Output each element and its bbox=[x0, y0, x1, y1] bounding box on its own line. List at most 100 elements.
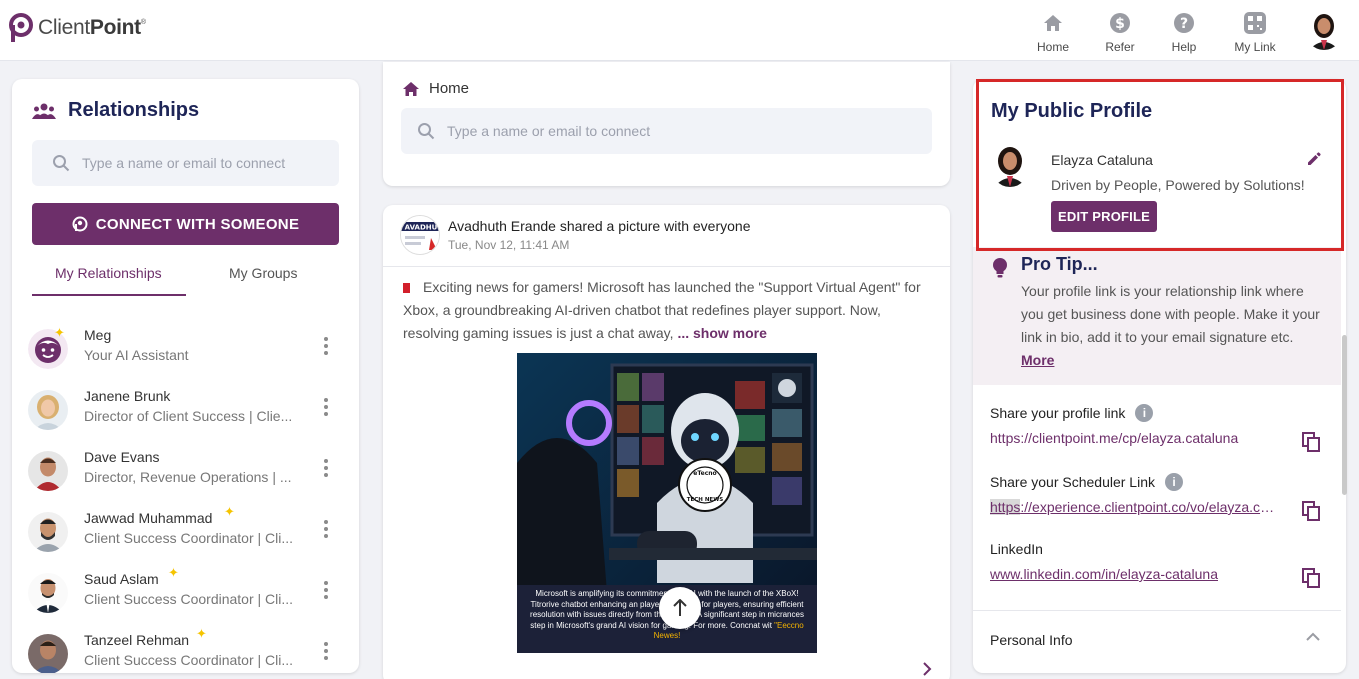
top-bar: ClientPoint® Home $ Refer ? Help My Link bbox=[0, 0, 1359, 61]
contact-avatar bbox=[28, 390, 68, 430]
more-options-icon[interactable] bbox=[324, 459, 330, 479]
tab-my-relationships[interactable]: My Relationships bbox=[55, 265, 162, 281]
contact-role: Your AI Assistant bbox=[84, 347, 189, 363]
contact-name: Saud Aslam bbox=[84, 571, 159, 587]
copy-icon[interactable] bbox=[1302, 501, 1320, 521]
contact-name: Dave Evans bbox=[84, 449, 160, 465]
linkedin-label-text: LinkedIn bbox=[990, 541, 1043, 557]
more-options-icon[interactable] bbox=[324, 581, 330, 601]
info-icon[interactable]: i bbox=[1135, 404, 1154, 422]
nav-home-label: Home bbox=[1036, 40, 1069, 54]
chevron-up-icon[interactable] bbox=[1306, 632, 1320, 642]
post-author-line: Avadhuth Erande shared a picture with ev… bbox=[448, 218, 751, 234]
lightbulb-icon bbox=[993, 258, 1007, 278]
contact-role: Director, Revenue Operations | ... bbox=[84, 469, 292, 485]
scheduler-link-selected-text: https bbox=[990, 499, 1021, 515]
feed-post-card: AVADHU Avadhuth Erande shared a picture … bbox=[383, 205, 950, 679]
highlight-box bbox=[976, 79, 1344, 251]
pro-tip-more-link[interactable]: More bbox=[1021, 352, 1054, 368]
home-search-input[interactable]: Type a name or email to connect bbox=[401, 108, 932, 154]
sparkle-icon: ✦ bbox=[196, 626, 207, 641]
home-card: Home Type a name or email to connect bbox=[383, 62, 950, 186]
clientpoint-logo[interactable]: ClientPoint® bbox=[8, 13, 146, 43]
share-scheduler-label-text: Share your Scheduler Link bbox=[990, 474, 1155, 490]
chevron-right-icon[interactable] bbox=[921, 661, 933, 677]
contact-avatar bbox=[28, 451, 68, 491]
nav-help-label: Help bbox=[1171, 40, 1197, 54]
pro-tip-body: Your profile link is your relationship l… bbox=[1021, 280, 1321, 372]
relationships-panel: Relationships Type a name or email to co… bbox=[12, 79, 359, 673]
tab-active-indicator bbox=[32, 294, 186, 296]
scheduler-link-text: ://experience.clientpoint.co/vo/elayza.c… bbox=[1020, 499, 1280, 515]
personal-info-header[interactable]: Personal Info bbox=[990, 632, 1073, 648]
post-text: Exciting news for gamers! Microsoft has … bbox=[403, 279, 921, 341]
user-avatar[interactable] bbox=[1305, 10, 1343, 50]
post-author-avatar[interactable]: AVADHU bbox=[400, 215, 440, 255]
relationships-search-input[interactable]: Type a name or email to connect bbox=[32, 140, 339, 186]
share-profile-label: Share your profile link i bbox=[990, 404, 1154, 422]
tab-my-groups[interactable]: My Groups bbox=[229, 265, 297, 281]
nav-refer[interactable]: $ Refer bbox=[1090, 12, 1150, 54]
svg-text:eTecno: eTecno bbox=[693, 470, 716, 477]
show-more-link[interactable]: ... show more bbox=[677, 325, 766, 341]
contact-avatar bbox=[28, 512, 68, 552]
profile-link[interactable]: https://clientpoint.me/cp/elayza.catalun… bbox=[990, 430, 1280, 446]
contact-item[interactable]: Dave Evans Director, Revenue Operations … bbox=[28, 447, 348, 503]
home-icon bbox=[1042, 12, 1064, 34]
megaphone-icon bbox=[403, 283, 417, 293]
scroll-to-top-button[interactable] bbox=[659, 587, 701, 629]
contact-name: Jawwad Muhammad bbox=[84, 510, 213, 526]
more-options-icon[interactable] bbox=[324, 337, 330, 357]
search-icon bbox=[418, 123, 435, 140]
share-scheduler-label: Share your Scheduler Link i bbox=[990, 473, 1183, 491]
more-options-icon[interactable] bbox=[324, 520, 330, 540]
scrollbar[interactable] bbox=[1342, 335, 1347, 495]
linkedin-label: LinkedIn bbox=[990, 541, 1043, 557]
contact-name: Tanzeel Rehman bbox=[84, 632, 190, 648]
nav-help[interactable]: ? Help bbox=[1154, 12, 1214, 54]
relationships-header: Relationships bbox=[32, 99, 199, 122]
connect-label: CONNECT WITH SOMEONE bbox=[95, 215, 300, 233]
people-icon bbox=[32, 103, 56, 119]
contact-item[interactable]: Janene Brunk Director of Client Success … bbox=[28, 386, 348, 442]
svg-text:$: $ bbox=[1115, 16, 1125, 32]
home-label: Home bbox=[429, 80, 470, 97]
help-icon: ? bbox=[1173, 12, 1195, 34]
more-options-icon[interactable] bbox=[324, 398, 330, 418]
search-placeholder: Type a name or email to connect bbox=[82, 155, 286, 171]
dollar-icon: $ bbox=[1109, 12, 1131, 34]
contact-role: Client Success Coordinator | Cli... bbox=[84, 530, 294, 546]
info-icon[interactable]: i bbox=[1165, 473, 1183, 491]
qr-icon bbox=[1244, 12, 1266, 34]
contact-item[interactable]: ✦ Jawwad Muhammad Client Success Coordin… bbox=[28, 504, 348, 564]
arrow-up-icon bbox=[673, 599, 687, 616]
svg-text:TECH NEWS: TECH NEWS bbox=[687, 497, 723, 503]
nav-refer-label: Refer bbox=[1105, 40, 1135, 54]
more-options-icon[interactable] bbox=[324, 642, 330, 662]
pro-tip-title: Pro Tip... bbox=[1021, 254, 1098, 274]
linkedin-link[interactable]: www.linkedin.com/in/elayza-cataluna bbox=[990, 566, 1280, 582]
copy-icon[interactable] bbox=[1302, 432, 1320, 452]
nav-my-link[interactable]: My Link bbox=[1225, 12, 1285, 54]
contact-item[interactable]: ✦ Meg Your AI Assistant bbox=[28, 325, 348, 381]
contact-item[interactable]: ✦ Saud Aslam Client Success Coordinator … bbox=[28, 565, 348, 625]
search-placeholder: Type a name or email to connect bbox=[447, 123, 651, 139]
nav-my-link-label: My Link bbox=[1234, 40, 1276, 54]
connect-with-someone-button[interactable]: CONNECT WITH SOMEONE bbox=[32, 203, 339, 245]
logo-text: ClientPoint® bbox=[38, 16, 146, 39]
contact-name: Janene Brunk bbox=[84, 388, 171, 404]
nav-home[interactable]: Home bbox=[1023, 12, 1083, 54]
share-profile-label-text: Share your profile link bbox=[990, 405, 1126, 421]
scheduler-link[interactable]: https://experience.clientpoint.co/vo/ela… bbox=[990, 499, 1280, 515]
search-icon bbox=[53, 155, 70, 172]
contact-item[interactable]: ✦ Tanzeel Rehman Client Success Coordina… bbox=[28, 626, 348, 673]
contact-role: Client Success Coordinator | Cli... bbox=[84, 591, 294, 607]
contact-role: Client Success Coordinator | Cli... bbox=[84, 652, 294, 668]
relationships-title: Relationships bbox=[68, 99, 200, 121]
copy-icon[interactable] bbox=[1302, 568, 1320, 588]
sparkle-icon: ✦ bbox=[168, 565, 179, 580]
post-body: Exciting news for gamers! Microsoft has … bbox=[403, 276, 933, 345]
contact-name: Meg bbox=[84, 327, 112, 343]
connect-icon bbox=[72, 216, 88, 232]
home-breadcrumb: Home bbox=[403, 80, 469, 97]
